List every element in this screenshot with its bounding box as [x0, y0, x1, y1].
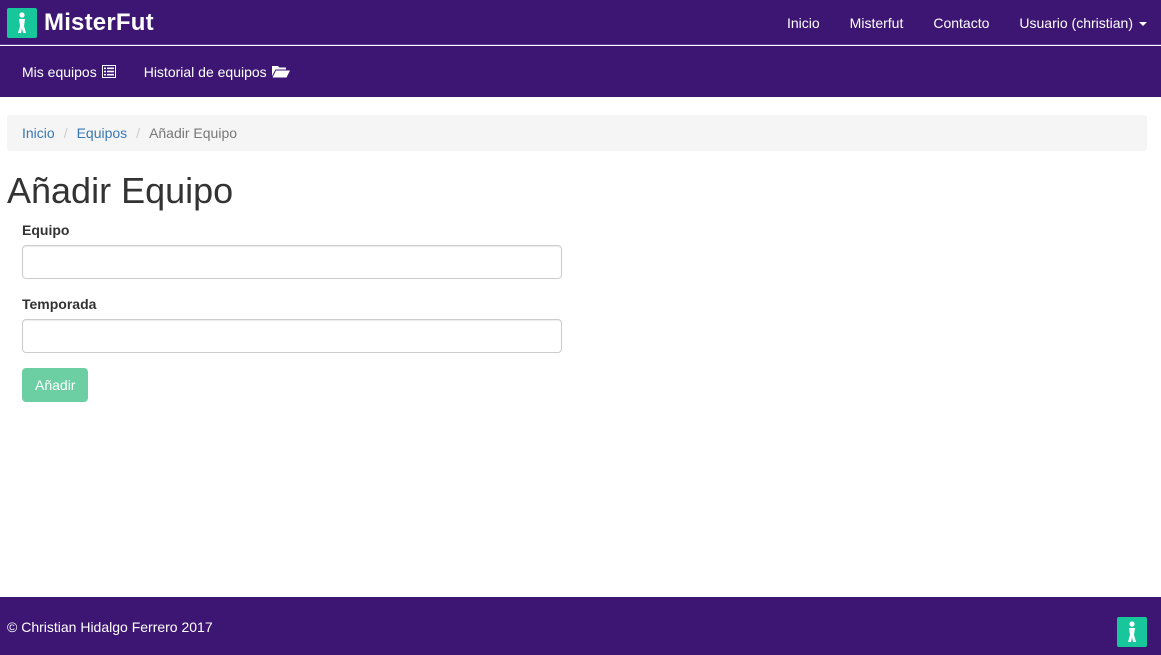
breadcrumb-separator: / — [63, 125, 68, 141]
top-navbar: MisterFut Inicio Misterfut Contacto Usua… — [0, 0, 1161, 45]
brand-link[interactable]: MisterFut — [7, 7, 154, 39]
temporada-label: Temporada — [22, 296, 97, 312]
equipo-group: Equipo — [22, 222, 562, 279]
footer-logo-icon — [1117, 617, 1147, 647]
breadcrumb-current: Añadir Equipo — [149, 125, 238, 141]
add-team-button[interactable]: Añadir — [22, 368, 89, 402]
footer: © Christian Hidalgo Ferrero 2017 — [0, 597, 1161, 655]
list-icon — [101, 65, 116, 78]
breadcrumb-separator: / — [136, 125, 141, 141]
folder-open-icon — [271, 66, 290, 78]
nav-mis-equipos-label: Mis equipos — [22, 63, 97, 80]
nav-mis-equipos[interactable]: Mis equipos — [22, 64, 116, 80]
breadcrumb-inicio[interactable]: Inicio — [22, 125, 55, 141]
secondary-navbar: Mis equipos Historial de equipos — [0, 46, 1161, 97]
top-nav: Inicio Misterfut Contacto Usuario (chris… — [757, 0, 1147, 45]
equipo-label: Equipo — [22, 222, 70, 238]
brand-logo-icon — [7, 8, 37, 38]
user-dropdown[interactable]: Usuario (christian) — [1019, 15, 1147, 31]
nav-inicio[interactable]: Inicio — [787, 15, 820, 31]
brand-name: MisterFut — [44, 9, 154, 36]
nav-historial-label: Historial de equipos — [143, 63, 267, 80]
add-team-form: Equipo Temporada Añadir — [22, 222, 562, 402]
sub-nav: Mis equipos Historial de equipos — [22, 46, 318, 97]
breadcrumb: Inicio / Equipos / Añadir Equipo — [7, 115, 1147, 151]
nav-misterfut[interactable]: Misterfut — [850, 15, 904, 31]
caret-down-icon — [1139, 21, 1147, 26]
page-title: Añadir Equipo — [7, 170, 234, 211]
temporada-group: Temporada — [22, 296, 562, 353]
equipo-input[interactable] — [22, 245, 562, 279]
user-dropdown-label: Usuario (christian) — [1019, 14, 1133, 31]
breadcrumb-equipos[interactable]: Equipos — [77, 125, 128, 141]
footer-copyright: © Christian Hidalgo Ferrero 2017 — [7, 619, 213, 635]
nav-historial[interactable]: Historial de equipos — [144, 64, 290, 80]
nav-contacto[interactable]: Contacto — [933, 15, 989, 31]
temporada-input[interactable] — [22, 319, 562, 353]
